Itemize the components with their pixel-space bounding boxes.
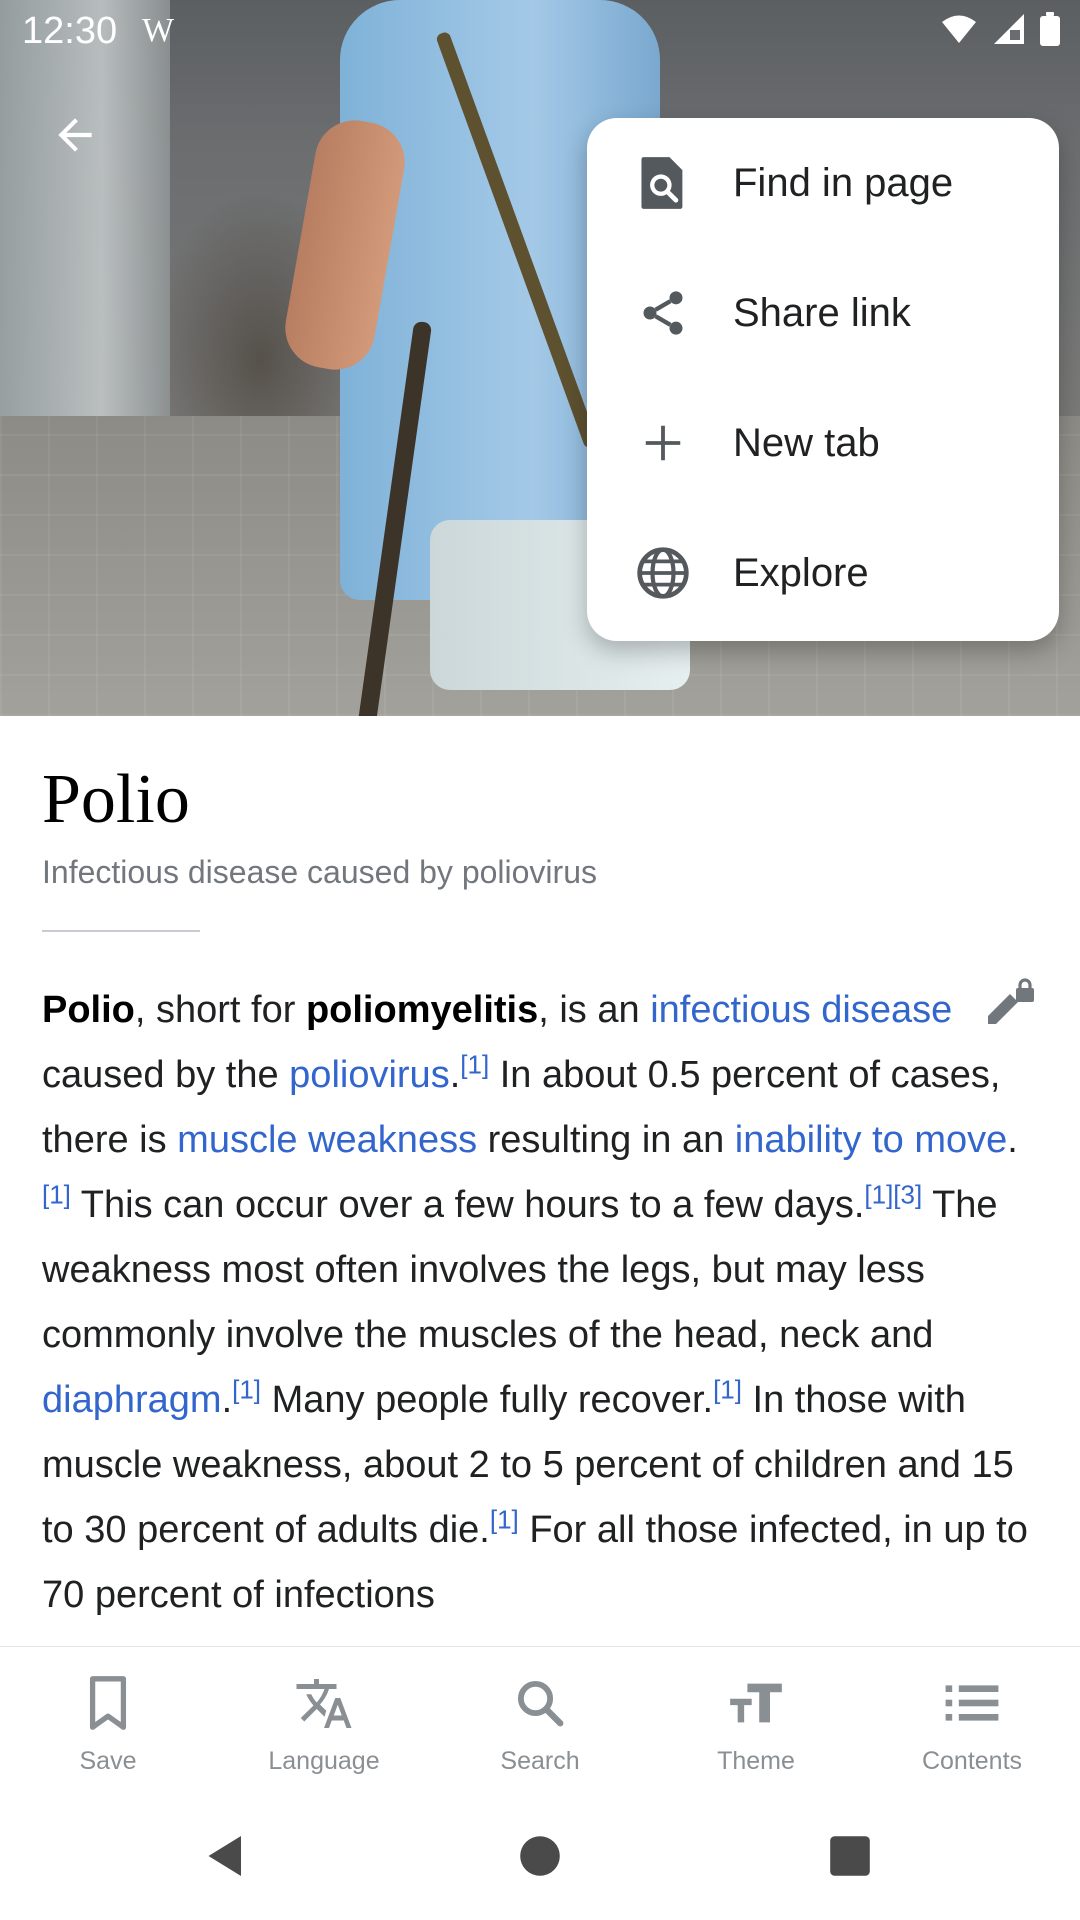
globe-icon: [635, 545, 691, 601]
menu-item-new-tab[interactable]: New tab: [587, 378, 1059, 508]
plus-icon: [635, 415, 691, 471]
menu-item-find-in-page[interactable]: Find in page: [587, 118, 1059, 248]
menu-item-label: Explore: [733, 550, 869, 595]
signal-icon: [994, 14, 1024, 44]
article-content: Polio Infectious disease caused by polio…: [0, 716, 1080, 1646]
text: Many people fully recover.: [261, 1379, 714, 1421]
status-icons: [940, 12, 1060, 46]
contents-label: Contents: [921, 1747, 1023, 1775]
nav-recents-button[interactable]: [820, 1826, 880, 1886]
reference[interactable]: [1]: [232, 1374, 261, 1404]
text: resulting in an: [477, 1119, 735, 1161]
save-label: Save: [79, 1747, 137, 1775]
text-size-icon: [726, 1673, 786, 1733]
article-paragraph: Polio, short for poliomyelitis, is an in…: [42, 978, 1042, 1628]
battery-icon: [1040, 12, 1060, 46]
page-title: Polio: [42, 761, 190, 838]
page-description: Infectious disease caused by poliovirus: [42, 854, 597, 890]
search-icon: [510, 1673, 570, 1733]
save-button[interactable]: Save: [0, 1647, 216, 1793]
language-button[interactable]: Language: [216, 1647, 432, 1793]
reference[interactable]: [1][3]: [864, 1179, 922, 1209]
back-button[interactable]: [40, 100, 110, 170]
language-label: Language: [268, 1747, 380, 1775]
menu-item-explore[interactable]: Explore: [587, 508, 1059, 638]
link-diaphragm[interactable]: diaphragm: [42, 1379, 222, 1421]
translate-icon: [294, 1673, 354, 1733]
menu-item-share-link[interactable]: Share link: [587, 248, 1059, 378]
system-nav-bar: [0, 1792, 1080, 1920]
link-inability-to-move[interactable]: inability to move: [735, 1119, 1007, 1161]
menu-item-label: Find in page: [733, 160, 954, 205]
title-divider: [42, 930, 200, 932]
menu-item-label: New tab: [733, 420, 880, 465]
bold-term: Polio: [42, 989, 135, 1031]
text: caused by the: [42, 1054, 290, 1096]
page-actions-toolbar: Save Language Search Theme Contents: [0, 1646, 1080, 1793]
nav-back-icon: [208, 1836, 241, 1876]
link-infectious-disease[interactable]: infectious disease: [650, 989, 952, 1031]
wifi-icon: [942, 15, 976, 43]
reference[interactable]: [1]: [460, 1049, 489, 1079]
search-label: Search: [500, 1747, 580, 1775]
text: .: [449, 1054, 461, 1096]
link-muscle-weakness[interactable]: muscle weakness: [177, 1119, 477, 1161]
text: .: [221, 1379, 233, 1421]
text: , short for: [134, 989, 306, 1031]
status-time: 12:30: [22, 10, 118, 52]
list-icon: [942, 1673, 1002, 1733]
link-poliovirus[interactable]: poliovirus: [289, 1054, 450, 1096]
contents-button[interactable]: Contents: [864, 1647, 1080, 1793]
theme-label: Theme: [717, 1747, 795, 1775]
menu-item-label: Share link: [733, 290, 911, 335]
nav-recents-icon: [830, 1836, 870, 1876]
text: This can occur over a few hours to a few…: [70, 1184, 865, 1226]
bold-term: poliomyelitis: [305, 989, 539, 1031]
share-icon: [635, 285, 691, 341]
reference[interactable]: [1]: [42, 1179, 71, 1209]
overflow-menu: Find in page Share link New tab Explore: [587, 118, 1059, 641]
find-in-page-icon: [635, 155, 691, 211]
bookmark-icon: [78, 1673, 138, 1733]
wikipedia-status-icon: W: [142, 12, 175, 49]
theme-button[interactable]: Theme: [648, 1647, 864, 1793]
search-button[interactable]: Search: [432, 1647, 648, 1793]
reference[interactable]: [1]: [490, 1504, 519, 1534]
status-bar: 12:30 W: [0, 0, 1080, 62]
nav-home-button[interactable]: [510, 1826, 570, 1886]
text: , is an: [538, 989, 651, 1031]
reference[interactable]: [1]: [713, 1374, 742, 1404]
nav-back-button[interactable]: [196, 1826, 256, 1886]
arrow-left-icon: [58, 118, 92, 152]
text: .: [1007, 1119, 1018, 1161]
nav-home-icon: [520, 1836, 560, 1876]
